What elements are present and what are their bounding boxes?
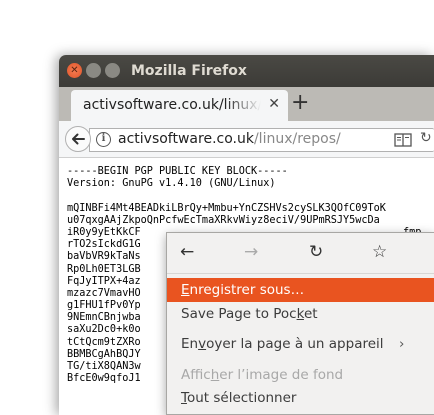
new-tab-button[interactable]: + [291, 90, 309, 116]
url-path: /linux/repos/ [253, 131, 341, 147]
reader-view-icon[interactable] [394, 133, 412, 147]
pgp-line-text: -----BEGIN PGP PUBLIC KEY BLOCK----- [67, 166, 288, 177]
pgp-line-text: TG/tiX8QAN3w [67, 361, 141, 372]
tab-title: activsoftware.co.uk/linux/repos/ [83, 97, 261, 113]
bookmark-star-icon[interactable]: ☆ [372, 242, 387, 262]
menu-item-label: oyer la page à un appareil [206, 336, 384, 352]
menu-separator [167, 273, 434, 274]
menu-item-accel: E [181, 282, 190, 298]
pgp-line-text: BBMBCgAhBQJY [67, 348, 141, 360]
menu-item-select-all[interactable]: Tout sélectionner [167, 386, 434, 410]
pgp-line: u07qxgAAjZkpoQnPcfwEcTmaXRkvWiyz8eciV/9U… [67, 215, 386, 227]
menu-item-accel: k [296, 306, 304, 322]
menu-item-accel: v [198, 336, 207, 352]
close-icon: ✕ [70, 65, 79, 76]
window-maximize-button[interactable] [105, 63, 120, 78]
window-minimize-button[interactable] [86, 63, 101, 78]
chevron-right-icon: › [399, 336, 405, 352]
pgp-line-text: Version: GnuPG v1.4.10 (GNU/Linux) [67, 178, 276, 190]
window-title: Mozilla Firefox [131, 63, 247, 79]
pgp-line: -----BEGIN PGP PUBLIC KEY BLOCK----- [67, 166, 386, 178]
url-bar[interactable]: i activsoftware.co.uk/linux/repos/ ↻ [89, 128, 434, 152]
pgp-line-text: iR0y9yEtKkCF [67, 226, 141, 238]
back-arrow-icon[interactable]: ← [180, 242, 194, 262]
context-menu: ← → ↻ ☆ Enregistrer sous… Save Page to P… [166, 232, 434, 415]
pgp-line: Version: GnuPG v1.4.10 (GNU/Linux) [67, 178, 386, 190]
pgp-line-text: Rp0Lh0ET3LGB [67, 263, 141, 275]
menu-item-label: En [181, 336, 199, 352]
back-arrow-icon [72, 133, 85, 145]
pgp-line-text: mQINBFi4Mt4BEADkiLBrQy+Mmbu+YnCZSHVs2cyS… [67, 202, 386, 214]
tab-close-button[interactable]: ✕ [268, 96, 280, 112]
menu-item-save-as[interactable]: Enregistrer sous… [167, 278, 434, 302]
reload-icon[interactable]: ↻ [420, 130, 432, 146]
pgp-line-text: saXu2Dc0+k0o [67, 324, 141, 336]
menu-item-label: Save Page to Poc [181, 306, 297, 322]
title-bar: ✕ Mozilla Firefox [59, 55, 434, 87]
pgp-line-text: 9NEmnCBnjwba [67, 312, 141, 324]
pgp-line-text: rTO2sIckdG1G [67, 239, 141, 251]
pgp-line-text: u07qxgAAjZkpoQnPcfwEcTmaXRkvWiyz8eciV/9U… [67, 214, 380, 226]
menu-item-label: out sélectionner [186, 390, 297, 406]
url-text[interactable]: activsoftware.co.uk/linux/repos/ [118, 131, 341, 147]
menu-item-send-to-device[interactable]: Envoyer la page à un appareil › [167, 332, 434, 356]
window-close-button[interactable]: ✕ [67, 63, 82, 78]
menu-item-view-background-image: Afficher l’image de fond [167, 363, 434, 387]
menu-item-label: Affic [181, 367, 211, 383]
pgp-line [67, 190, 386, 202]
navigation-toolbar: i activsoftware.co.uk/linux/repos/ ↻ [59, 121, 434, 158]
tab-strip: activsoftware.co.uk/linux/repos/ ✕ + [59, 87, 434, 121]
pgp-line-text: g1FHU1fPv0Yp [67, 300, 141, 312]
plus-icon: + [291, 90, 310, 115]
pgp-line-text: FqJyITPX+4az [67, 275, 141, 287]
menu-item-label: er l’image de fond [219, 367, 344, 383]
info-icon[interactable]: i [96, 132, 111, 147]
pgp-line-text: BfcE0w9qfoJ1 [67, 373, 141, 385]
pgp-line: mQINBFi4Mt4BEADkiLBrQy+Mmbu+YnCZSHVs2cyS… [67, 203, 386, 215]
forward-arrow-icon: → [244, 242, 259, 262]
menu-item-save-to-pocket[interactable]: Save Page to Pocket [167, 302, 434, 326]
back-button[interactable] [65, 126, 91, 152]
pgp-line-text: mzazc7VmavHO [67, 287, 141, 299]
pgp-line-text: baVbVR9kTaNs [67, 251, 141, 263]
reload-icon[interactable]: ↻ [309, 242, 323, 262]
menu-item-label: nregistrer sous… [189, 282, 305, 298]
menu-item-label: et [303, 306, 318, 322]
menu-item-accel: h [210, 367, 220, 383]
close-icon: ✕ [268, 96, 280, 112]
pgp-line-text: tCtQcm9tZXRo [67, 336, 141, 348]
url-host: activsoftware.co.uk [118, 131, 254, 147]
context-menu-nav-row: ← → ↻ ☆ [167, 233, 434, 273]
tab-activsoftware[interactable]: activsoftware.co.uk/linux/repos/ ✕ [71, 90, 288, 121]
